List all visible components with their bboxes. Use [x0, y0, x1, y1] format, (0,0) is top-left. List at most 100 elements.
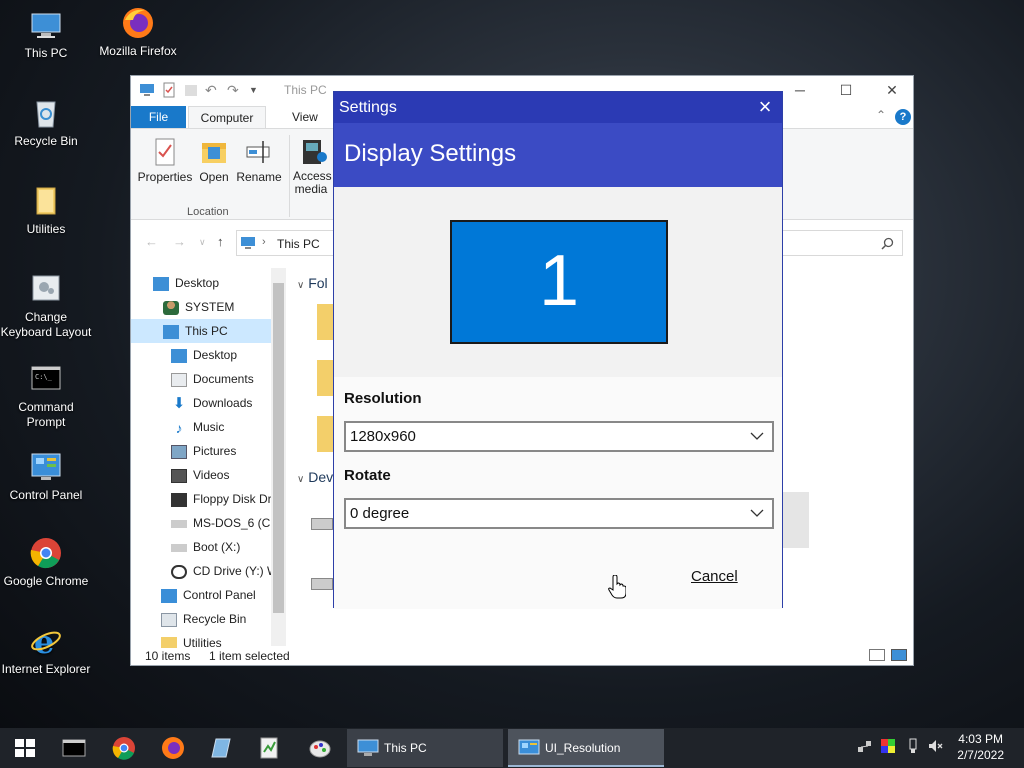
- desktop-icon-firefox[interactable]: Mozilla Firefox: [92, 6, 184, 59]
- display-settings-dialog: Settings × Display Settings 1 Resolution…: [333, 91, 783, 609]
- nav-item-recycle-bin[interactable]: Recycle Bin: [131, 607, 271, 631]
- section-devices-header[interactable]: ∨ Dev: [297, 469, 333, 485]
- search-input[interactable]: [771, 230, 903, 256]
- nav-label: Videos: [193, 468, 230, 482]
- desktop-icon-chrome[interactable]: Google Chrome: [0, 536, 92, 589]
- undo-icon[interactable]: ↶: [205, 82, 221, 98]
- section-label: Dev: [308, 469, 334, 485]
- nav-label: CD Drive (Y:) W: [193, 564, 279, 578]
- nav-item-floppy[interactable]: Floppy Disk Dri: [131, 487, 275, 511]
- close-button[interactable]: ✕: [869, 76, 915, 104]
- nav-item-boot[interactable]: Boot (X:): [131, 535, 271, 559]
- recycle-bin-icon: [161, 612, 177, 627]
- tab-view[interactable]: View: [279, 106, 331, 128]
- details-view-icon[interactable]: [869, 649, 885, 661]
- nav-scrollbar[interactable]: [271, 268, 286, 646]
- dialog-close-button[interactable]: ×: [752, 94, 778, 120]
- cancel-button[interactable]: Cancel: [691, 568, 738, 585]
- qat-dropdown-icon[interactable]: ▼: [249, 82, 265, 98]
- forward-arrow-icon[interactable]: →: [173, 234, 186, 249]
- nav-label: Desktop: [193, 348, 238, 362]
- taskbar-app-ui-resolution[interactable]: UI_Resolution: [508, 729, 664, 767]
- rename-button[interactable]: Rename: [235, 137, 283, 184]
- properties-check-icon[interactable]: [161, 82, 177, 98]
- nav-label: MS-DOS_6 (C:): [193, 516, 278, 530]
- nav-item-downloads[interactable]: ⬇ Downloads: [131, 391, 271, 415]
- display-color-icon[interactable]: [880, 738, 896, 754]
- nav-label: Floppy Disk Dri: [193, 492, 275, 506]
- tab-file[interactable]: File: [131, 106, 186, 128]
- open-label: Open: [199, 170, 229, 184]
- editor-icon[interactable]: [258, 736, 282, 760]
- collapse-ribbon-icon[interactable]: ⌃: [876, 108, 886, 122]
- nav-item-videos[interactable]: Videos: [131, 463, 271, 487]
- recent-dropdown-icon[interactable]: ∨: [199, 237, 206, 248]
- large-icons-view-icon[interactable]: [891, 649, 907, 661]
- nav-item-control-panel[interactable]: Control Panel: [131, 583, 271, 607]
- nav-item-ms-dos[interactable]: MS-DOS_6 (C:): [131, 511, 278, 535]
- redo-icon[interactable]: ↷: [227, 82, 243, 98]
- nav-item-desktop-sub[interactable]: Desktop: [131, 343, 271, 367]
- up-arrow-icon[interactable]: ↑: [217, 234, 224, 249]
- section-folders-header[interactable]: ∨ Fol: [297, 275, 328, 291]
- command-prompt-icon[interactable]: [62, 736, 86, 760]
- drive-icon[interactable]: [311, 518, 333, 530]
- new-folder-icon[interactable]: [183, 82, 199, 98]
- breadcrumb-chevron-icon: ›: [262, 236, 266, 248]
- nav-item-music[interactable]: ♪ Music: [131, 415, 271, 439]
- dialog-titlebar: Settings ×: [334, 92, 782, 123]
- dialog-heading: Display Settings: [344, 140, 517, 167]
- network-icon[interactable]: [857, 738, 873, 754]
- properties-button[interactable]: Properties: [137, 137, 193, 184]
- desktop-icon-internet-explorer[interactable]: e Internet Explorer: [0, 624, 92, 677]
- nav-item-system[interactable]: SYSTEM: [131, 295, 271, 319]
- desktop-icon-this-pc[interactable]: This PC: [0, 8, 92, 61]
- chevron-down-icon: ∨: [297, 474, 305, 485]
- cd-drive-icon: [171, 564, 187, 579]
- back-arrow-icon[interactable]: ←: [145, 234, 158, 249]
- nav-item-this-pc[interactable]: This PC: [131, 319, 271, 343]
- drive-icon[interactable]: [311, 578, 333, 590]
- drive-tile-selected[interactable]: [783, 492, 809, 548]
- user-icon: [163, 300, 179, 315]
- volume-muted-icon[interactable]: [928, 738, 944, 754]
- selection-count: 1 item selected: [209, 649, 290, 663]
- minimize-button[interactable]: ─: [777, 76, 823, 104]
- taskbar-app-this-pc[interactable]: This PC: [347, 729, 503, 767]
- monitor-1-tile[interactable]: 1: [450, 220, 668, 344]
- desktop-icon-label: Google Chrome: [3, 574, 89, 588]
- nav-item-documents[interactable]: Documents: [131, 367, 271, 391]
- windows-start-icon[interactable]: [13, 736, 37, 760]
- desktop-icon-label: Utilities: [26, 222, 66, 236]
- desktop-icon-change-keyboard[interactable]: Change Keyboard Layout: [0, 272, 92, 340]
- videos-icon: [171, 468, 187, 483]
- firefox-icon[interactable]: [161, 736, 185, 760]
- desktop-icon-label: Control Panel: [9, 488, 83, 502]
- tab-computer[interactable]: Computer: [188, 106, 266, 128]
- chrome-icon[interactable]: [112, 736, 136, 760]
- access-media-button[interactable]: Access media: [293, 137, 335, 196]
- notepad-icon[interactable]: [210, 736, 234, 760]
- help-icon[interactable]: ?: [895, 109, 911, 125]
- desktop-icon-utilities[interactable]: Utilities: [0, 184, 92, 237]
- desktop-icon-command-prompt[interactable]: C:\_ Command Prompt: [0, 362, 92, 430]
- resolution-select[interactable]: 1280x960: [344, 421, 774, 452]
- nav-item-pictures[interactable]: Pictures: [131, 439, 271, 463]
- scrollbar-thumb[interactable]: [273, 283, 284, 613]
- desktop-icon-label: Change Keyboard Layout: [0, 310, 92, 339]
- system-clock[interactable]: 4:03 PM 2/7/2022: [957, 731, 1004, 763]
- nav-item-desktop[interactable]: Desktop: [131, 271, 271, 295]
- control-panel-icon: [518, 739, 540, 755]
- taskbar: This PC UI_Resolution 4:03 PM 2/7/2022: [0, 728, 1024, 768]
- open-button[interactable]: Open: [197, 137, 231, 184]
- rotate-select[interactable]: 0 degree: [344, 498, 774, 529]
- maximize-button[interactable]: ☐: [823, 76, 869, 104]
- nav-label: Desktop: [175, 276, 220, 290]
- desktop-icon-control-panel[interactable]: Control Panel: [0, 450, 92, 503]
- usb-icon[interactable]: [905, 738, 921, 754]
- control-panel-icon: [31, 453, 61, 480]
- nav-item-cd-drive[interactable]: CD Drive (Y:) W: [131, 559, 278, 583]
- paint-icon[interactable]: [308, 736, 332, 760]
- ribbon-separator: [289, 135, 290, 217]
- desktop-icon-recycle-bin[interactable]: Recycle Bin: [0, 96, 92, 149]
